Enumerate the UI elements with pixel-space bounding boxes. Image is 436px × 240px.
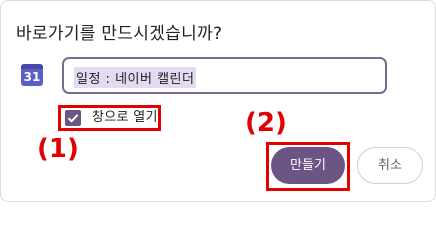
open-in-window-label[interactable]: 창으로 열기 <box>92 110 158 126</box>
calendar-app-icon: 31 <box>21 64 43 86</box>
dialog-title: 바로가기를 만드시겠습니까? <box>16 24 223 44</box>
checkmark-icon <box>67 114 79 123</box>
cancel-button[interactable]: 취소 <box>357 147 423 184</box>
calendar-icon-number: 31 <box>23 70 41 84</box>
shortcut-name-value[interactable]: 일정 : 네이버 캘린더 <box>74 67 197 88</box>
shortcut-name-input[interactable]: 일정 : 네이버 캘린더 <box>62 57 387 94</box>
annotation-label-1: (1) <box>37 134 79 164</box>
open-in-window-checkbox[interactable] <box>65 110 81 126</box>
create-button[interactable]: 만들기 <box>271 147 345 184</box>
create-shortcut-dialog: 바로가기를 만드시겠습니까? 31 일정 : 네이버 캘린더 창으로 열기 (1… <box>0 0 436 202</box>
annotation-label-2: (2) <box>245 108 287 138</box>
